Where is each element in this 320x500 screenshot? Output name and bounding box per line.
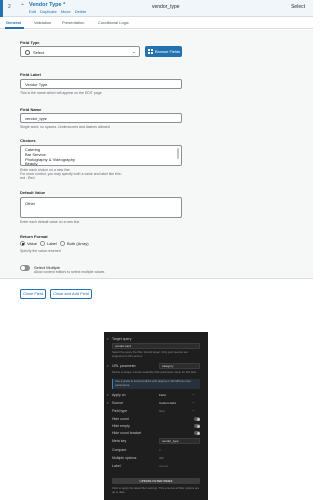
return-format-label: Return Format bbox=[20, 234, 48, 239]
source-value[interactable]: Custom field bbox=[159, 401, 176, 405]
field-row-header[interactable]: 2 ⌃ Vendor Type * Edit Duplicate Move De… bbox=[0, 0, 313, 17]
close-field-button[interactable]: Close Field bbox=[20, 289, 46, 299]
target-query-label: Target query bbox=[112, 337, 132, 341]
default-value-textarea[interactable]: Other bbox=[20, 197, 182, 218]
update-filter-index-button[interactable]: UPDATE FILTER INDEX bbox=[112, 478, 200, 484]
label-input[interactable]: Vendor bbox=[159, 464, 169, 468]
target-query-help: Select the query the filter should targe… bbox=[112, 350, 189, 358]
edit-link[interactable]: Edit bbox=[29, 9, 36, 14]
hide-count-bracket-label: Hide count bracket bbox=[112, 431, 142, 435]
compare-label: Compare bbox=[112, 448, 127, 452]
radio-empty-icon bbox=[40, 241, 45, 246]
choices-textarea[interactable]: Catering Bar Service Photography & Video… bbox=[20, 145, 182, 166]
compare-value[interactable]: = bbox=[159, 448, 161, 452]
multiple-options-value[interactable]: OR bbox=[159, 456, 164, 460]
tab-conditional-logic[interactable]: Conditional Logic bbox=[98, 20, 129, 25]
expand-caret-icon[interactable]: ▾ bbox=[107, 401, 109, 405]
tab-presentation[interactable]: Presentation bbox=[62, 20, 84, 25]
expand-caret-icon[interactable]: ▾ bbox=[107, 337, 109, 341]
drag-handle[interactable] bbox=[0, 0, 3, 17]
label-field-label: Label bbox=[112, 464, 121, 468]
browse-fields-button[interactable]: Browse Fields bbox=[145, 46, 182, 57]
filter-settings-panel: ▾ Target query vendor-card Select the qu… bbox=[104, 332, 208, 500]
duplicate-link[interactable]: Duplicate bbox=[40, 9, 57, 14]
field-settings-panel: Field Type Select ⌄ Browse Fields Field … bbox=[0, 30, 313, 278]
url-parameter-label: URL parameter bbox=[112, 364, 136, 368]
apply-on-label: Apply on bbox=[112, 393, 126, 397]
radio-empty-icon bbox=[60, 241, 65, 246]
apply-on-value[interactable]: Field bbox=[159, 393, 166, 397]
collapse-chevron-icon[interactable]: ⌃ bbox=[20, 3, 25, 10]
choice-line: Beauty bbox=[25, 161, 38, 167]
grid-icon bbox=[148, 49, 153, 54]
field-type-label: Field type bbox=[112, 409, 128, 413]
chevron-down-icon: ⌄ bbox=[192, 392, 195, 396]
field-name-input[interactable]: vendor_type bbox=[20, 113, 182, 123]
select-type-icon bbox=[25, 50, 30, 55]
default-value-text: Other bbox=[25, 201, 36, 206]
hide-empty-label: Hide empty bbox=[112, 424, 130, 428]
hide-count-toggle[interactable] bbox=[194, 417, 200, 421]
field-type-select[interactable]: Select ⌄ bbox=[20, 46, 140, 57]
field-label-instructions: This is the name which will appear on th… bbox=[20, 91, 102, 95]
field-name-instructions: Single word, no spaces. Underscores and … bbox=[20, 125, 110, 129]
chevron-down-icon: ⌄ bbox=[192, 400, 195, 404]
field-row-type: Select bbox=[291, 4, 305, 10]
field-label-label: Field Label bbox=[20, 72, 41, 77]
target-query-select[interactable]: vendor-card bbox=[112, 343, 200, 349]
multiple-options-label: Multiple options bbox=[112, 456, 137, 460]
url-parameter-help: Define a unique, human-readable URL para… bbox=[112, 370, 197, 374]
source-label: Source bbox=[112, 401, 124, 405]
chevron-down-icon: ⌄ bbox=[131, 49, 136, 55]
default-value-label: Default Value bbox=[20, 190, 46, 195]
field-type-value[interactable]: Text bbox=[159, 409, 165, 413]
active-tab-indicator bbox=[5, 27, 24, 29]
tab-general[interactable]: General bbox=[6, 20, 21, 25]
close-and-add-field-button[interactable]: Close and Add Field bbox=[50, 289, 92, 299]
field-name-label: Field Name bbox=[20, 107, 42, 112]
hide-count-label: Hide count bbox=[112, 417, 129, 421]
radio-selected-icon bbox=[20, 241, 25, 246]
select-multiple-instructions: Allow content editors to select multiple… bbox=[34, 270, 105, 274]
textarea-scrollbar[interactable] bbox=[177, 148, 179, 159]
meta-key-input[interactable]: vendor_type bbox=[159, 438, 200, 444]
field-order-number: 2 bbox=[8, 4, 11, 10]
expand-caret-icon[interactable]: ▾ bbox=[107, 393, 109, 397]
field-row-label[interactable]: Vendor Type * bbox=[29, 2, 65, 8]
choices-instructions-3: red : Red bbox=[20, 176, 35, 180]
update-filter-help: Click to apply the latest filter setting… bbox=[112, 486, 200, 494]
field-footer: Close Field Close and Add Field bbox=[0, 278, 313, 306]
chevron-down-icon: ⌄ bbox=[192, 408, 195, 412]
url-parameter-note: Use a prefix to avoid conflicts with plu… bbox=[112, 379, 200, 389]
field-settings-tabs: General Validation Presentation Conditio… bbox=[0, 17, 313, 29]
url-parameter-input[interactable]: category bbox=[159, 363, 200, 369]
choices-instructions-2: For more control, you may specify both a… bbox=[20, 172, 122, 176]
select-multiple-toggle[interactable] bbox=[20, 265, 30, 271]
field-type-label: Field Type bbox=[20, 40, 40, 45]
return-format-instructions: Specify the value returned bbox=[20, 249, 61, 253]
browse-fields-label: Browse Fields bbox=[155, 49, 181, 54]
move-link[interactable]: Move bbox=[61, 9, 71, 14]
choices-label: Choices bbox=[20, 138, 36, 143]
field-row-name: vendor_type bbox=[152, 4, 180, 10]
meta-key-label: Meta key bbox=[112, 439, 127, 443]
field-row-actions: Edit Duplicate Move Delete bbox=[29, 9, 89, 14]
field-type-value: Select bbox=[33, 50, 45, 55]
hide-count-bracket-toggle[interactable] bbox=[194, 431, 200, 435]
field-label-input[interactable]: Vendor Type bbox=[20, 79, 182, 89]
hide-empty-toggle[interactable] bbox=[194, 424, 200, 428]
expand-caret-icon[interactable]: ▾ bbox=[107, 364, 109, 368]
default-value-instructions: Enter each default value on a new line bbox=[20, 220, 80, 224]
tab-validation[interactable]: Validation bbox=[34, 20, 51, 25]
delete-link[interactable]: Delete bbox=[75, 9, 87, 14]
